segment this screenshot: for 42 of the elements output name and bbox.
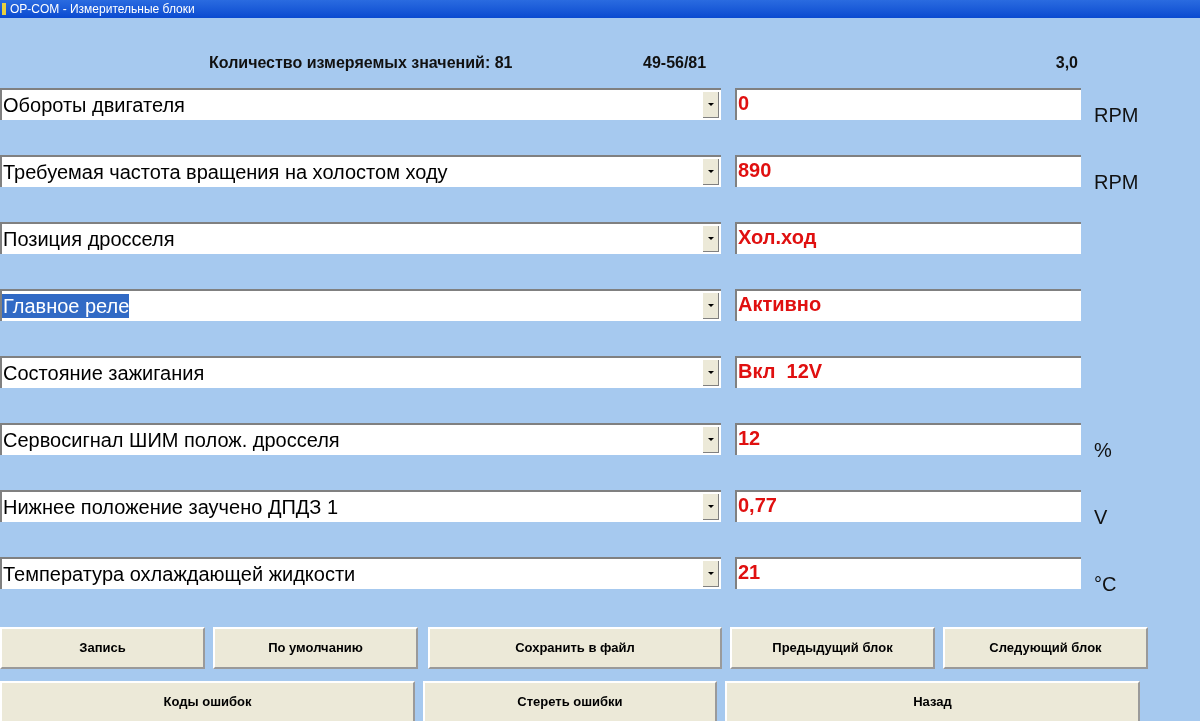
- parameter-label: Требуемая частота вращения на холостом ходу: [2, 160, 448, 184]
- measured-count: Количество измеряемых значений: 81: [209, 53, 513, 73]
- parameter-dropdown[interactable]: Позиция дросселя: [0, 222, 721, 254]
- version-label: 3,0: [1055, 53, 1078, 73]
- action-button[interactable]: Назад: [725, 681, 1140, 721]
- parameter-label: Позиция дросселя: [2, 227, 175, 251]
- unit-label: RPM: [1094, 103, 1139, 128]
- parameter-label: Состояние зажигания: [2, 361, 205, 385]
- value-field: Активно: [735, 289, 1081, 321]
- unit-label: RPM: [1094, 170, 1139, 195]
- block-range: 49-56/81: [643, 53, 707, 73]
- value-field: Хол.ход: [735, 222, 1081, 254]
- parameter-dropdown[interactable]: Требуемая частота вращения на холостом ходу: [0, 155, 721, 187]
- unit-label: V: [1094, 505, 1108, 530]
- parameter-label: Обороты двигателя: [2, 93, 185, 117]
- value-field: 890: [735, 155, 1081, 187]
- action-button[interactable]: Сохранить в файл: [428, 627, 722, 669]
- window-title: OP-COM - Измерительные блоки: [10, 3, 195, 15]
- parameter-label: Сервосигнал ШИМ полож. дросселя: [2, 428, 340, 452]
- action-button[interactable]: Коды ошибок: [0, 681, 415, 721]
- value-field: 21: [735, 557, 1081, 589]
- value-field: 12: [735, 423, 1081, 455]
- unit-label: °C: [1094, 572, 1117, 597]
- action-button[interactable]: По умолчанию: [213, 627, 418, 669]
- action-button[interactable]: Следующий блок: [943, 627, 1148, 669]
- action-button[interactable]: Стереть ошибки: [423, 681, 717, 721]
- parameter-label: Нижнее положение заучено ДПДЗ 1: [2, 495, 339, 519]
- parameter-label: Главное реле: [2, 294, 130, 318]
- parameter-dropdown[interactable]: Температура охлаждающей жидкости: [0, 557, 721, 589]
- action-button[interactable]: Запись: [0, 627, 205, 669]
- unit-label: %: [1094, 438, 1112, 463]
- parameter-dropdown[interactable]: Состояние зажигания: [0, 356, 721, 388]
- value-field: 0: [735, 88, 1081, 120]
- value-field: Вкл 12V: [735, 356, 1081, 388]
- app-icon: [2, 3, 6, 15]
- parameter-dropdown[interactable]: Главное реле: [0, 289, 721, 321]
- parameter-dropdown[interactable]: Сервосигнал ШИМ полож. дросселя: [0, 423, 721, 455]
- parameter-dropdown[interactable]: Обороты двигателя: [0, 88, 721, 120]
- value-field: 0,77: [735, 490, 1081, 522]
- action-button[interactable]: Предыдущий блок: [730, 627, 935, 669]
- parameter-dropdown[interactable]: Нижнее положение заучено ДПДЗ 1: [0, 490, 721, 522]
- parameter-label: Температура охлаждающей жидкости: [2, 562, 356, 586]
